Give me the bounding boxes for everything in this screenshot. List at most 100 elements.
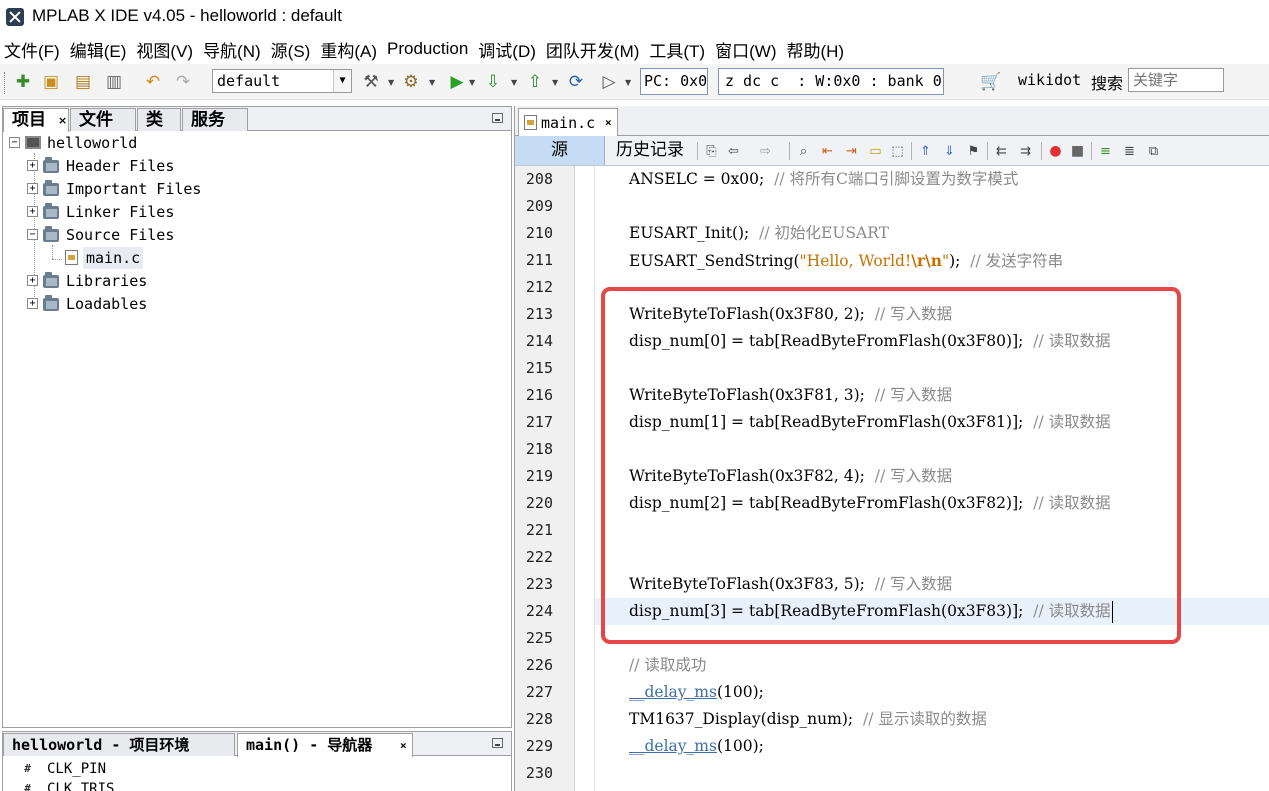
menu-edit[interactable]: 编辑(E) <box>70 37 127 62</box>
redo-icon[interactable]: ↷ <box>172 71 194 93</box>
source-view-button[interactable]: 源 <box>515 136 605 165</box>
toolbar-grip[interactable] <box>4 72 7 94</box>
chevron-down-icon[interactable]: ▼ <box>333 70 351 92</box>
tree-item-main-c[interactable]: main.c <box>3 247 223 269</box>
debug-dropdown-icon[interactable]: ▼ <box>625 78 631 87</box>
build-dropdown-icon[interactable]: ▼ <box>388 78 394 87</box>
expand-icon[interactable]: + <box>27 206 38 217</box>
code-line[interactable]: EUSART_SendString("Hello, World!\r\n"); … <box>629 247 1063 274</box>
stop-macro-icon[interactable]: ■ <box>1069 143 1086 160</box>
tab-dashboard[interactable]: helloworld - 项目环境 <box>3 733 235 756</box>
next-bookmark-icon[interactable]: ⇓ <box>941 143 958 160</box>
configuration-select[interactable]: default ▼ <box>212 69 352 93</box>
code-line[interactable]: EUSART_Init(); // 初始化EUSART <box>629 220 889 247</box>
menu-tools[interactable]: 工具(T) <box>649 37 705 62</box>
menu-debug[interactable]: 调试(D) <box>478 37 536 62</box>
code-line[interactable]: TM1637_Display(disp_num); // 显示读取的数据 <box>629 706 987 733</box>
menu-help[interactable]: 帮助(H) <box>786 37 844 62</box>
close-icon[interactable]: × <box>605 109 612 137</box>
nav-item-clk-pin[interactable]: # CLK_PIN <box>11 759 211 779</box>
expand-icon[interactable]: + <box>27 298 38 309</box>
rectangular-select-icon[interactable]: ⬚ <box>889 143 906 160</box>
collapse-icon[interactable]: − <box>9 137 20 148</box>
tab-main-c[interactable]: main.c × <box>518 108 618 136</box>
tree-item-linker-files[interactable]: + Linker Files <box>3 201 223 223</box>
tree-item-loadables[interactable]: + Loadables <box>3 293 223 315</box>
search-input[interactable] <box>1128 68 1224 92</box>
open-project-icon[interactable]: ▤ <box>72 71 94 93</box>
cart-icon[interactable]: 🛒 <box>980 71 1002 93</box>
code-line[interactable]: __delay_ms(100); <box>629 679 764 706</box>
collapse-icon[interactable]: − <box>27 229 38 240</box>
nav-item-clk-tris[interactable]: # CLK_TRIS <box>11 779 211 791</box>
uncomment-icon[interactable]: ≣ <box>1121 143 1138 160</box>
code-line[interactable]: WriteByteToFlash(0x3F83, 5); // 写入数据 <box>629 571 952 598</box>
minimize-icon[interactable] <box>492 113 503 123</box>
toggle-highlight-icon[interactable]: ▭ <box>867 143 884 160</box>
tab-navigator[interactable]: main() - 导航器 × <box>237 733 413 757</box>
shift-right-icon[interactable]: ⇉ <box>1017 143 1034 160</box>
code-line[interactable]: WriteByteToFlash(0x3F81, 3); // 写入数据 <box>629 382 952 409</box>
find-next-icon[interactable]: ⇥ <box>843 143 860 160</box>
tree-item-header-files[interactable]: + Header Files <box>3 155 223 177</box>
new-file-icon[interactable]: ✚ <box>12 71 34 93</box>
read-dropdown-icon[interactable]: ▼ <box>552 78 558 87</box>
debug-main-icon[interactable]: ▷ <box>598 71 620 93</box>
code-line[interactable]: __delay_ms(100); <box>629 733 764 760</box>
previous-bookmark-icon[interactable]: ⇑ <box>917 143 934 160</box>
find-previous-icon[interactable]: ⇤ <box>819 143 836 160</box>
toggle-bookmark-icon[interactable]: ⚑ <box>965 143 982 160</box>
last-edit-icon[interactable]: ⎘ <box>703 143 720 160</box>
code-line[interactable]: disp_num[3] = tab[ReadByteFromFlash(0x3F… <box>629 598 1113 625</box>
tree-item-important-files[interactable]: + Important Files <box>3 178 223 200</box>
expand-icon[interactable]: + <box>27 160 38 171</box>
tab-services[interactable]: 服务 <box>182 108 248 131</box>
refresh-debug-icon[interactable]: ⟳ <box>565 71 587 93</box>
comment-icon[interactable]: ≡ <box>1097 143 1114 160</box>
read-device-icon[interactable]: ⇧ <box>524 71 546 93</box>
code-line[interactable]: WriteByteToFlash(0x3F82, 4); // 写入数据 <box>629 463 952 490</box>
undo-icon[interactable]: ↶ <box>142 71 164 93</box>
new-project-icon[interactable]: ▣ <box>40 71 62 93</box>
code-line[interactable]: disp_num[2] = tab[ReadByteFromFlash(0x3F… <box>629 490 1111 517</box>
forward-icon[interactable]: ⇨ <box>757 143 774 160</box>
menu-source[interactable]: 源(S) <box>271 37 311 62</box>
expand-icon[interactable]: + <box>27 183 38 194</box>
save-all-icon[interactable]: ▥ <box>103 71 125 93</box>
menu-file[interactable]: 文件(F) <box>4 37 60 62</box>
program-dropdown-icon[interactable]: ▼ <box>511 78 517 87</box>
build-hammer-icon[interactable]: ⚒ <box>360 71 382 93</box>
tab-projects[interactable]: 项目 × <box>3 108 69 132</box>
tab-files[interactable]: 文件 <box>70 108 136 131</box>
run-icon[interactable]: ▶ <box>446 71 468 93</box>
clean-dropdown-icon[interactable]: ▼ <box>429 78 435 87</box>
tree-item-source-files[interactable]: − Source Files <box>3 224 223 246</box>
code-line[interactable]: disp_num[1] = tab[ReadByteFromFlash(0x3F… <box>629 409 1111 436</box>
back-icon[interactable]: ⇦ <box>725 143 742 160</box>
menu-refactor[interactable]: 重构(A) <box>320 37 377 62</box>
code-line[interactable]: disp_num[0] = tab[ReadByteFromFlash(0x3F… <box>629 328 1111 355</box>
menu-production[interactable]: Production <box>387 39 468 59</box>
clean-build-icon[interactable]: ⚙ <box>400 71 422 93</box>
close-icon[interactable]: × <box>58 110 67 132</box>
shift-left-icon[interactable]: ⇇ <box>993 143 1010 160</box>
start-macro-icon[interactable]: ● <box>1047 143 1064 160</box>
close-icon[interactable]: × <box>400 735 407 757</box>
run-dropdown-icon[interactable]: ▼ <box>469 78 475 87</box>
code-line[interactable]: // 读取成功 <box>629 652 706 679</box>
tab-classes[interactable]: 类 <box>137 108 181 131</box>
code-line[interactable]: ANSELC = 0x00; // 将所有C端口引脚设置为数字模式 <box>629 166 1018 193</box>
history-view-button[interactable]: 历史记录 <box>607 136 693 165</box>
menu-navigate[interactable]: 导航(N) <box>203 37 261 62</box>
tree-item-libraries[interactable]: + Libraries <box>3 270 223 292</box>
tree-item-helloworld[interactable]: − helloworld <box>3 132 203 154</box>
menu-view[interactable]: 视图(V) <box>136 37 193 62</box>
find-selection-icon[interactable]: ⌕ <box>795 143 812 160</box>
expand-icon[interactable]: + <box>27 275 38 286</box>
menu-team[interactable]: 团队开发(M) <box>546 37 639 62</box>
program-device-icon[interactable]: ⇩ <box>482 71 504 93</box>
diff-icon[interactable]: ⧉ <box>1145 143 1162 160</box>
code-line[interactable]: WriteByteToFlash(0x3F80, 2); // 写入数据 <box>629 301 952 328</box>
menu-window[interactable]: 窗口(W) <box>715 37 776 62</box>
minimize-icon[interactable] <box>492 738 503 748</box>
